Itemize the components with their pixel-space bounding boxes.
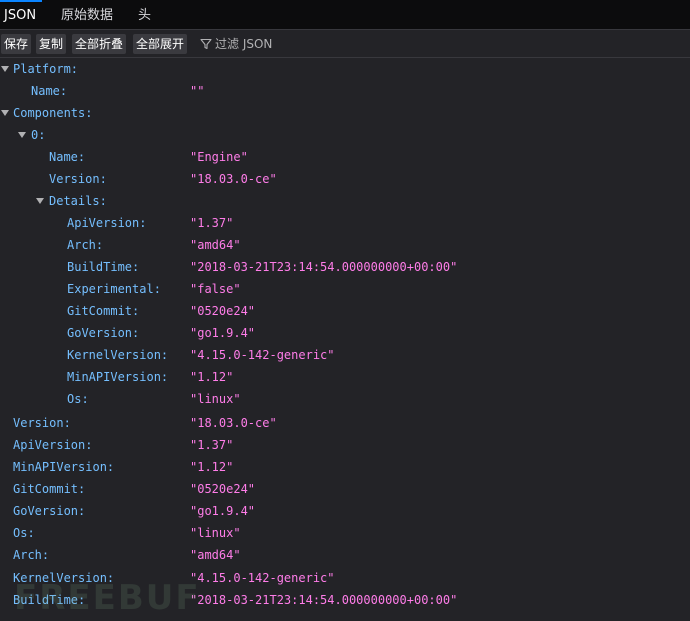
json-value: "2018-03-21T23:14:54.000000000+00:00" [190, 593, 458, 607]
tree-row[interactable]: Name: "Engine" [0, 146, 690, 168]
tree-row[interactable]: BuildTime: "2018-03-21T23:14:54.00000000… [0, 256, 690, 278]
tree-row[interactable]: Arch: "amd64" [0, 234, 690, 256]
save-button[interactable]: 保存 [1, 34, 32, 54]
filter-placeholder: 过滤 JSON [215, 37, 273, 51]
json-key: MinAPIVersion: [13, 460, 115, 474]
tab-raw-data[interactable]: 原始数据 [61, 0, 113, 29]
json-tree: Platform: Name: "" Components: 0: Name: … [0, 58, 690, 621]
tree-row-platform[interactable]: Platform: [0, 58, 690, 80]
json-value: "1.37" [190, 216, 234, 230]
json-key: Arch: [67, 238, 104, 252]
json-key: Details: [49, 194, 107, 208]
tree-row[interactable]: GitCommit: "0520e24" [0, 300, 690, 322]
json-key: MinAPIVersion: [67, 370, 169, 384]
json-value: "2018-03-21T23:14:54.000000000+00:00" [190, 260, 458, 274]
json-key: Version: [49, 172, 107, 186]
json-value: "go1.9.4" [190, 326, 256, 340]
json-key: BuildTime: [13, 593, 86, 607]
copy-button[interactable]: 复制 [36, 34, 67, 54]
json-key: Arch: [13, 548, 50, 562]
json-key: ApiVersion: [67, 216, 147, 230]
tree-row[interactable]: ApiVersion: "1.37" [0, 434, 690, 456]
expand-toggle-icon[interactable] [35, 190, 45, 212]
tree-row[interactable]: Os: "linux" [0, 388, 690, 410]
json-toolbar: 保存 复制 全部折叠 全部展开 过滤 JSON [0, 30, 690, 58]
json-key: GitCommit: [13, 482, 86, 496]
json-key: 0: [31, 128, 46, 142]
json-key: ApiVersion: [13, 438, 93, 452]
json-value: "Engine" [190, 150, 248, 164]
collapse-all-button[interactable]: 全部折叠 [72, 34, 127, 54]
json-key: Version: [13, 416, 71, 430]
tree-row[interactable]: GoVersion: "go1.9.4" [0, 500, 690, 522]
tree-row-component-0[interactable]: 0: [0, 124, 690, 146]
json-key: Name: [31, 84, 68, 98]
json-value: "18.03.0-ce" [190, 416, 277, 430]
tree-row[interactable]: GoVersion: "go1.9.4" [0, 322, 690, 344]
filter-icon [200, 38, 212, 50]
tree-row[interactable]: KernelVersion: "4.15.0-142-generic" [0, 567, 690, 589]
json-value: "1.37" [190, 438, 234, 452]
json-value: "0520e24" [190, 304, 256, 318]
tab-bar: JSON 原始数据 头 [0, 0, 690, 30]
json-value: "1.12" [190, 460, 234, 474]
json-key: Platform: [13, 62, 79, 76]
expand-toggle-icon[interactable] [0, 102, 10, 124]
json-key: Experimental: [67, 282, 161, 296]
tree-row[interactable]: Os: "linux" [0, 522, 690, 544]
json-value: "1.12" [190, 370, 234, 384]
json-key: GitCommit: [67, 304, 140, 318]
json-key: Os: [13, 526, 35, 540]
tree-row[interactable]: Arch: "amd64" [0, 544, 690, 566]
expand-toggle-icon[interactable] [0, 58, 10, 80]
expand-all-button[interactable]: 全部展开 [133, 34, 188, 54]
tree-row-details[interactable]: Details: [0, 190, 690, 212]
json-value: "4.15.0-142-generic" [190, 571, 335, 585]
json-value: "4.15.0-142-generic" [190, 348, 335, 362]
tab-json[interactable]: JSON [0, 0, 43, 27]
tree-row[interactable]: BuildTime: "2018-03-21T23:14:54.00000000… [0, 589, 690, 611]
tree-row[interactable]: KernelVersion: "4.15.0-142-generic" [0, 344, 690, 366]
json-value: "linux" [190, 392, 241, 406]
json-value: "false" [190, 282, 241, 296]
json-value: "go1.9.4" [190, 504, 256, 518]
tree-row-components[interactable]: Components: [0, 102, 690, 124]
json-key: Components: [13, 106, 93, 120]
json-value: "" [190, 84, 205, 98]
json-value: "0520e24" [190, 482, 256, 496]
json-key: BuildTime: [67, 260, 140, 274]
tree-row[interactable]: Version: "18.03.0-ce" [0, 412, 690, 434]
tree-row[interactable]: Experimental: "false" [0, 278, 690, 300]
json-key: KernelVersion: [13, 571, 115, 585]
tab-headers[interactable]: 头 [138, 0, 151, 29]
json-key: GoVersion: [67, 326, 140, 340]
filter-json-input[interactable]: 过滤 JSON [200, 34, 272, 54]
json-key: Name: [49, 150, 86, 164]
json-value: "amd64" [190, 548, 241, 562]
expand-toggle-icon[interactable] [17, 124, 27, 146]
json-key: KernelVersion: [67, 348, 169, 362]
tree-row[interactable]: MinAPIVersion: "1.12" [0, 366, 690, 388]
json-key: GoVersion: [13, 504, 86, 518]
json-value: "linux" [190, 526, 241, 540]
tree-row[interactable]: Name: "" [0, 80, 690, 102]
json-value: "18.03.0-ce" [190, 172, 277, 186]
tree-row[interactable]: GitCommit: "0520e24" [0, 478, 690, 500]
json-key: Os: [67, 392, 89, 406]
tree-row[interactable]: ApiVersion: "1.37" [0, 212, 690, 234]
tree-row[interactable]: Version: "18.03.0-ce" [0, 168, 690, 190]
tree-row[interactable]: MinAPIVersion: "1.12" [0, 456, 690, 478]
json-value: "amd64" [190, 238, 241, 252]
